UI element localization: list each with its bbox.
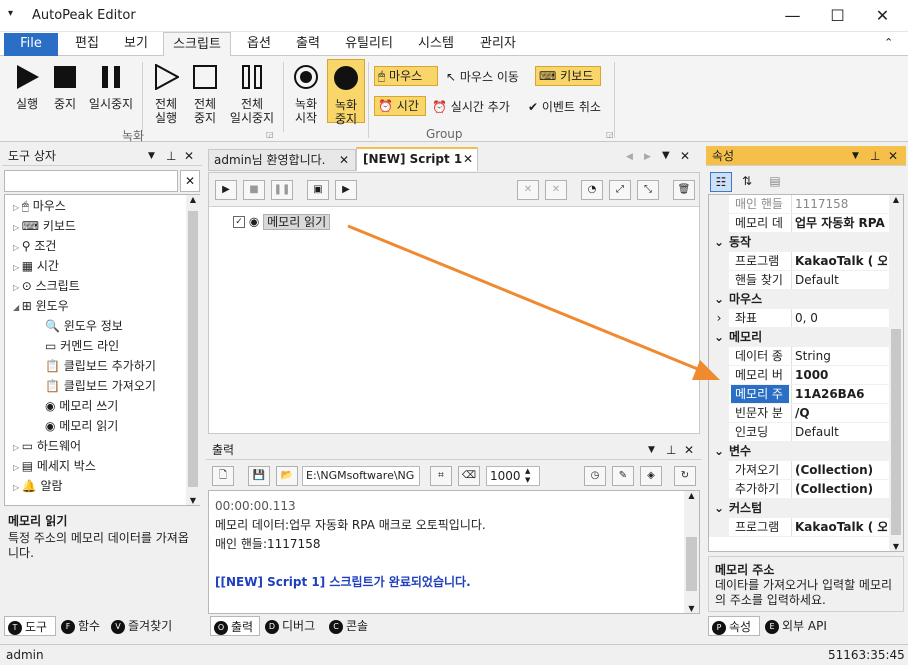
annotation-arrow — [347, 224, 720, 380]
status-time: 51163:35:45 — [828, 648, 905, 662]
status-user: admin — [6, 648, 44, 662]
status-bar: admin 51163:35:45 — [0, 644, 908, 664]
